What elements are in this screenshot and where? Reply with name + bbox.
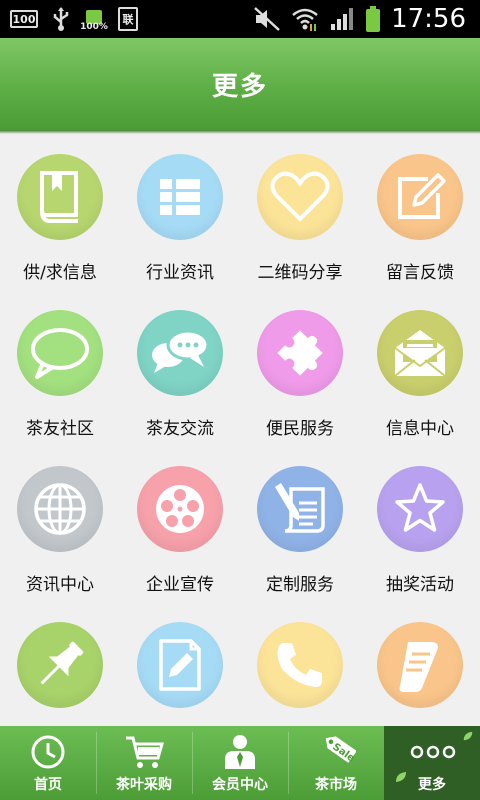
title-bar: 更多 — [0, 38, 480, 130]
nav-divider — [192, 732, 193, 794]
grid-item-label: 供/求信息 — [23, 263, 97, 283]
battery-small-text: 100% — [80, 22, 108, 32]
grid-item-convenience-service[interactable]: 便民服务 — [240, 290, 360, 446]
heart-icon — [257, 154, 343, 240]
nav-item-label: 茶叶采购 — [116, 777, 172, 793]
nav-item-tea-market[interactable]: Sale 茶市场 — [288, 726, 384, 800]
grid-item-label: 定制服务 — [266, 575, 334, 595]
grid-item-label: 茶友交流 — [146, 419, 214, 439]
grid-item-note[interactable] — [120, 602, 240, 726]
chat-bubbles-icon — [137, 310, 223, 396]
feature-grid: 供/求信息 行业资讯 二维码分享 留言反馈 茶友社区 茶友交流 便民服务 信息中… — [0, 134, 480, 726]
book-icon — [17, 154, 103, 240]
nav-divider — [288, 732, 289, 794]
nav-item-home[interactable]: 首页 — [0, 726, 96, 800]
grid-item-scroll[interactable] — [360, 602, 480, 726]
usb-icon — [53, 7, 69, 31]
status-bar-left: 100 100% 联 — [10, 5, 138, 33]
grid-item-label: 资讯中心 — [26, 575, 94, 595]
phone-icon — [257, 622, 343, 708]
grid-item-industry-news[interactable]: 行业资讯 — [120, 134, 240, 290]
status-time: 17:56 — [391, 4, 466, 34]
grid-item-corporate-promotion[interactable]: 企业宣传 — [120, 446, 240, 602]
grid-item-custom-service[interactable]: 定制服务 — [240, 446, 360, 602]
pushpin-icon — [17, 622, 103, 708]
nav-item-label: 更多 — [418, 777, 446, 793]
storage-indicator-icon: 100 — [10, 10, 38, 28]
grid-item-label: 信息中心 — [386, 419, 454, 439]
nav-divider — [96, 732, 97, 794]
grid-item-lottery[interactable]: 抽奖活动 — [360, 446, 480, 602]
sim-text: 联 — [122, 13, 134, 26]
grid-item-label: 行业资讯 — [146, 263, 214, 283]
status-bar: 100 100% 联 17:56 — [0, 0, 480, 38]
puzzle-icon — [257, 310, 343, 396]
edit-icon — [377, 154, 463, 240]
grid-item-label: 茶友社区 — [26, 419, 94, 439]
grid-item-info-center[interactable]: 信息中心 — [360, 290, 480, 446]
grid-item-tea-exchange[interactable]: 茶友交流 — [120, 290, 240, 446]
grid-item-label: 便民服务 — [266, 419, 334, 439]
star-icon — [377, 466, 463, 552]
member-icon — [220, 734, 260, 770]
leaf-icon — [463, 731, 473, 741]
note-pencil-icon — [137, 622, 223, 708]
document-pen-icon — [257, 466, 343, 552]
nav-item-label: 茶市场 — [315, 777, 357, 793]
grid-item-label: 企业宣传 — [146, 575, 214, 595]
bottom-nav: 首页 茶叶采购 会员中心 Sale 茶市场 更多 — [0, 726, 480, 800]
envelope-icon — [377, 310, 463, 396]
grid-item-tea-community[interactable]: 茶友社区 — [0, 290, 120, 446]
list-icon — [137, 154, 223, 240]
wifi-icon — [292, 8, 318, 31]
cart-icon — [124, 734, 164, 770]
chat-bubble-icon — [17, 310, 103, 396]
globe-icon — [17, 466, 103, 552]
nav-item-member-center[interactable]: 会员中心 — [192, 726, 288, 800]
grid-item-phone[interactable] — [240, 602, 360, 726]
clock-icon — [28, 734, 68, 770]
storage-indicator-text: 100 — [12, 12, 36, 26]
nav-item-more[interactable]: 更多 — [384, 726, 480, 800]
nav-item-label: 首页 — [34, 777, 62, 793]
grid-item-news-center[interactable]: 资讯中心 — [0, 446, 120, 602]
grid-item-feedback[interactable]: 留言反馈 — [360, 134, 480, 290]
sim-icon: 联 — [118, 7, 138, 31]
nav-item-tea-purchase[interactable]: 茶叶采购 — [96, 726, 192, 800]
grid-item-label: 抽奖活动 — [386, 575, 454, 595]
film-reel-icon — [137, 466, 223, 552]
battery-small-icon: 100% — [80, 6, 108, 32]
grid-item-pushpin[interactable] — [0, 602, 120, 726]
status-bar-right: 17:56 — [253, 4, 466, 34]
more-dots-icon — [410, 734, 456, 770]
scroll-icon — [377, 622, 463, 708]
page-title: 更多 — [211, 71, 268, 102]
grid-item-qrcode-share[interactable]: 二维码分享 — [240, 134, 360, 290]
grid-item-supply-demand[interactable]: 供/求信息 — [0, 134, 120, 290]
grid-item-label: 二维码分享 — [257, 263, 343, 283]
nav-item-label: 会员中心 — [212, 777, 268, 793]
mute-icon — [254, 7, 280, 31]
grid-item-label: 留言反馈 — [386, 263, 454, 283]
sale-tag-icon: Sale — [316, 734, 356, 770]
battery-icon — [366, 6, 381, 32]
signal-icon — [331, 8, 354, 30]
